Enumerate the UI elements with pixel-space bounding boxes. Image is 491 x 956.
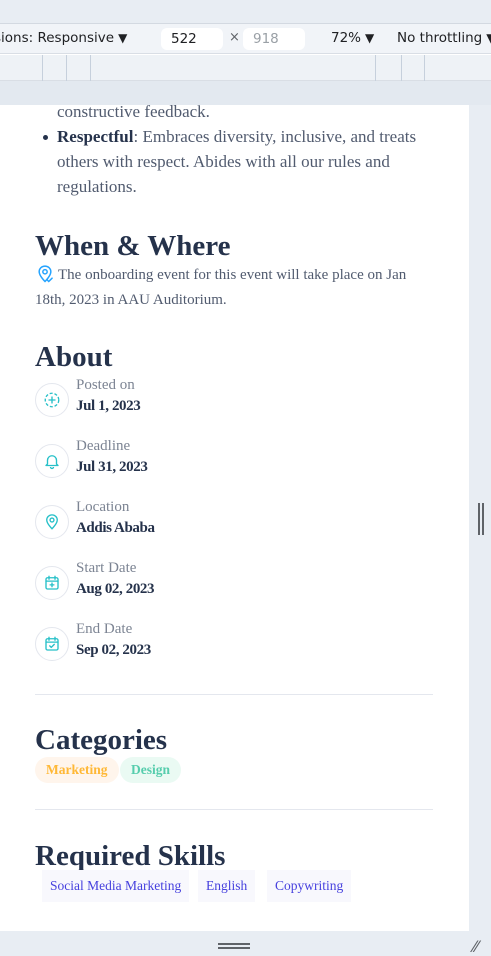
calendar-plus-icon — [35, 566, 69, 600]
about-label: End Date — [76, 621, 133, 637]
responsibilities-list: constructive feedback. Respectful: Embra… — [43, 105, 441, 199]
about-heading: About — [35, 341, 113, 373]
throttling-dropdown[interactable]: No throttling ▼ — [397, 30, 491, 46]
skill-tag-english[interactable]: English — [198, 870, 256, 902]
list-item-title: Respectful — [57, 127, 134, 146]
page-viewport[interactable]: constructive feedback. Respectful: Embra… — [0, 105, 469, 931]
skill-tag-social-media-marketing[interactable]: Social Media Marketing — [42, 870, 190, 902]
skill-tag-copywriting[interactable]: Copywriting — [267, 870, 352, 902]
chevron-down-icon: ▼ — [486, 31, 491, 45]
zoom-label: 72% — [331, 30, 362, 46]
media-query-divider — [424, 55, 425, 81]
corner-resize-grip-icon[interactable]: ⁄⁄ — [473, 937, 478, 956]
media-query-divider — [42, 55, 43, 81]
about-label: Start Date — [76, 560, 137, 576]
category-chip-marketing[interactable]: Marketing — [35, 757, 119, 783]
category-chip-design[interactable]: Design — [120, 757, 182, 783]
about-value: Jul 31, 2023 — [76, 459, 148, 475]
required-skills-heading: Required Skills — [35, 840, 226, 872]
media-query-divider — [90, 55, 91, 81]
location-pin-icon — [35, 505, 69, 539]
height-input[interactable]: 918 — [243, 28, 305, 50]
chevron-down-icon: ▼ — [365, 31, 375, 45]
width-resize-handle[interactable] — [478, 503, 484, 535]
chevron-down-icon: ▼ — [118, 31, 128, 45]
dimensions-dropdown[interactable]: sions: Responsive ▼ — [0, 30, 127, 46]
about-value: Jul 1, 2023 — [76, 398, 141, 414]
ruler-bar — [0, 81, 491, 105]
list-item: constructive feedback. — [43, 105, 441, 124]
about-value: Addis Ababa — [76, 520, 155, 536]
about-label: Posted on — [76, 377, 135, 393]
media-query-divider — [66, 55, 67, 81]
right-resize-area — [469, 105, 491, 931]
devtools-top-strip — [0, 0, 491, 24]
list-item-text: constructive feedback. — [57, 105, 210, 121]
when-where-heading: When & Where — [35, 230, 231, 262]
height-resize-handle[interactable] — [218, 943, 250, 949]
about-value: Sep 02, 2023 — [76, 642, 151, 658]
media-query-bar[interactable] — [0, 55, 491, 81]
section-divider — [35, 694, 433, 695]
width-input[interactable]: 522 — [161, 28, 223, 50]
section-divider — [35, 809, 433, 810]
about-label: Location — [76, 499, 130, 515]
location-check-icon — [38, 265, 53, 283]
about-value: Aug 02, 2023 — [76, 581, 155, 597]
dimensions-label: sions: Responsive — [0, 30, 115, 46]
media-query-divider — [375, 55, 376, 81]
media-query-divider — [401, 55, 402, 81]
list-item: Respectful: Embraces diversity, inclusiv… — [43, 124, 441, 199]
when-where-description: The onboarding event for this event will… — [35, 267, 407, 308]
plus-circle-icon — [35, 383, 69, 417]
calendar-check-icon — [35, 627, 69, 661]
throttling-label: No throttling — [397, 30, 483, 46]
times-separator: × — [229, 30, 240, 45]
device-toolbar: sions: Responsive ▼ 522 × 918 72% ▼ No thr… — [0, 24, 491, 54]
when-where-text: The onboarding event for this event will… — [35, 263, 415, 313]
bell-icon — [35, 444, 69, 478]
zoom-dropdown[interactable]: 72% ▼ — [331, 30, 374, 46]
categories-heading: Categories — [35, 724, 168, 756]
bottom-resize-area: ⁄⁄ — [0, 931, 491, 956]
about-label: Deadline — [76, 438, 131, 454]
